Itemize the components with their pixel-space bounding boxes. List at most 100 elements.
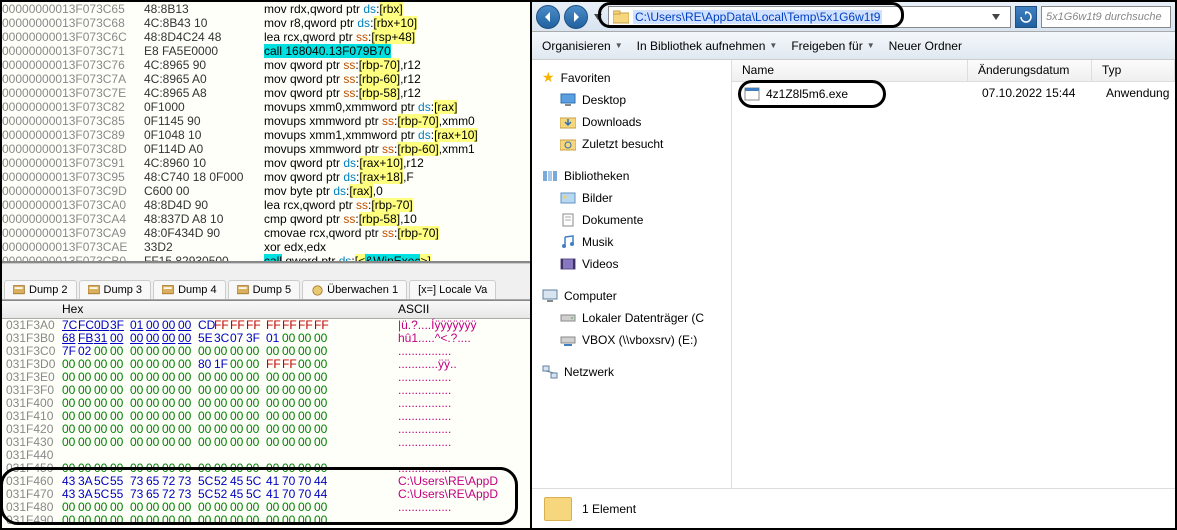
label: Bilder xyxy=(582,191,613,205)
label: Lokaler Datenträger (C xyxy=(582,311,704,325)
col-type[interactable]: Typ xyxy=(1092,60,1175,81)
tab-label: Dump 5 xyxy=(253,284,292,296)
back-button[interactable] xyxy=(536,5,560,29)
label: Freigeben für xyxy=(791,39,862,53)
locals-prefix: [x=] xyxy=(418,284,436,296)
folder-icon xyxy=(613,9,629,25)
file-date: 07.10.2022 15:44 xyxy=(972,86,1096,102)
dump-icon xyxy=(13,285,26,296)
navigation-bar: C:\Users\RE\AppData\Local\Temp\5x1G6w1t9… xyxy=(532,2,1175,32)
tree-local-disk[interactable]: Lokaler Datenträger (C xyxy=(532,307,731,329)
favorites-group[interactable]: ★ Favoriten xyxy=(532,66,731,89)
dump-icon xyxy=(162,285,175,296)
music-icon xyxy=(560,234,576,250)
search-placeholder: 5x1G6w1t9 durchsuche xyxy=(1046,11,1162,23)
disassembly-view[interactable]: 00000000013F073C6548:8B13mov rdx,qword p… xyxy=(2,2,530,263)
label: Neuer Ordner xyxy=(889,39,962,53)
label: Desktop xyxy=(582,93,626,107)
label: Dokumente xyxy=(582,213,643,227)
tab-label: Dump 4 xyxy=(178,284,217,296)
tab-locals[interactable]: [x=]Locale Va xyxy=(409,280,496,299)
hex-dump-view[interactable]: Hex ASCII 031F3A07CFC0D3F01000000CDFFFFF… xyxy=(2,300,530,528)
file-name: 4z1Z8l5m6.exe xyxy=(766,87,848,101)
new-folder-button[interactable]: Neuer Ordner xyxy=(889,39,962,53)
explorer-window: C:\Users\RE\AppData\Local\Temp\5x1G6w1t9… xyxy=(532,2,1175,528)
label: Videos xyxy=(582,257,618,271)
desktop-icon xyxy=(560,92,576,108)
label: Bibliotheken xyxy=(564,169,629,183)
command-bar: Organisieren▼ In Bibliothek aufnehmen▼ F… xyxy=(532,32,1175,60)
organize-menu[interactable]: Organisieren▼ xyxy=(542,39,623,53)
computer-icon xyxy=(542,288,558,304)
forward-button[interactable] xyxy=(564,5,588,29)
tab-dump3[interactable]: Dump 3 xyxy=(79,280,152,299)
label: In Bibliothek aufnehmen xyxy=(637,39,766,53)
status-text: 1 Element xyxy=(582,502,636,516)
debugger-pane: 00000000013F073C6548:8B13mov rdx,qword p… xyxy=(2,2,532,528)
share-menu[interactable]: Freigeben für▼ xyxy=(791,39,874,53)
dump-icon xyxy=(237,285,250,296)
label: VBOX (\\vboxsrv) (E:) xyxy=(582,333,697,347)
label: Downloads xyxy=(582,115,641,129)
ascii-col-header[interactable]: ASCII xyxy=(394,303,429,316)
downloads-icon xyxy=(560,114,576,130)
tree-vbox-drive[interactable]: VBOX (\\vboxsrv) (E:) xyxy=(532,329,731,351)
hex-header: Hex ASCII xyxy=(2,301,530,319)
tab-label: Überwachen 1 xyxy=(327,284,398,296)
label: Computer xyxy=(564,289,617,303)
tree-documents[interactable]: Dokumente xyxy=(532,209,731,231)
refresh-button[interactable] xyxy=(1015,6,1037,28)
pictures-icon xyxy=(560,190,576,206)
label: Netzwerk xyxy=(564,365,614,379)
libraries-group[interactable]: Bibliotheken xyxy=(532,165,731,187)
computer-group[interactable]: Computer xyxy=(532,285,731,307)
tab-label: Dump 2 xyxy=(29,284,68,296)
videos-icon xyxy=(560,256,576,272)
column-headers: Name Änderungsdatum Typ xyxy=(732,60,1175,82)
documents-icon xyxy=(560,212,576,228)
navigation-tree[interactable]: ★ Favoriten Desktop Downloads Zuletzt bes… xyxy=(532,60,732,488)
tree-music[interactable]: Musik xyxy=(532,231,731,253)
tree-desktop[interactable]: Desktop xyxy=(532,89,731,111)
file-list[interactable]: Name Änderungsdatum Typ 4z1Z8l5m6.exe 07… xyxy=(732,60,1175,488)
libraries-icon xyxy=(542,168,558,184)
label: Musik xyxy=(582,235,613,249)
network-drive-icon xyxy=(560,332,576,348)
status-bar: 1 Element xyxy=(532,488,1175,528)
tree-downloads[interactable]: Downloads xyxy=(532,111,731,133)
label: Favoriten xyxy=(561,71,611,85)
disk-icon xyxy=(560,310,576,326)
tab-dump2[interactable]: Dump 2 xyxy=(4,280,77,299)
tree-recent[interactable]: Zuletzt besucht xyxy=(532,133,731,155)
tab-label: Locale Va xyxy=(439,284,487,296)
address-bar[interactable]: C:\Users\RE\AppData\Local\Temp\5x1G6w1t9 xyxy=(608,6,1011,28)
label: Zuletzt besucht xyxy=(582,137,663,151)
tree-pictures[interactable]: Bilder xyxy=(532,187,731,209)
col-name[interactable]: Name xyxy=(732,60,968,81)
tree-videos[interactable]: Videos xyxy=(532,253,731,275)
address-dropdown[interactable] xyxy=(992,11,1006,23)
address-path: C:\Users\RE\AppData\Local\Temp\5x1G6w1t9 xyxy=(633,10,882,24)
tab-dump4[interactable]: Dump 4 xyxy=(153,280,226,299)
file-row[interactable]: 4z1Z8l5m6.exe 07.10.2022 15:44 Anwendung xyxy=(732,82,1175,106)
exe-icon xyxy=(744,86,760,102)
hex-col-header[interactable]: Hex xyxy=(58,303,394,316)
explorer-body: ★ Favoriten Desktop Downloads Zuletzt bes… xyxy=(532,60,1175,488)
dump-icon xyxy=(88,285,101,296)
tab-watch1[interactable]: Überwachen 1 xyxy=(302,280,407,299)
nav-history-dropdown[interactable] xyxy=(592,8,604,26)
label: Organisieren xyxy=(542,39,611,53)
file-type: Anwendung xyxy=(1096,86,1175,102)
search-input[interactable]: 5x1G6w1t9 durchsuche xyxy=(1041,6,1171,28)
include-library-menu[interactable]: In Bibliothek aufnehmen▼ xyxy=(637,39,778,53)
tab-label: Dump 3 xyxy=(104,284,143,296)
watch-icon xyxy=(311,285,324,296)
star-icon: ★ xyxy=(542,69,555,86)
network-group[interactable]: Netzwerk xyxy=(532,361,731,383)
folder-icon xyxy=(544,497,572,521)
col-date[interactable]: Änderungsdatum xyxy=(968,60,1092,81)
tab-dump5[interactable]: Dump 5 xyxy=(228,280,301,299)
network-icon xyxy=(542,364,558,380)
horizontal-scrollbar[interactable] xyxy=(2,263,530,277)
dump-tab-bar: Dump 2 Dump 3 Dump 4 Dump 5 Überwachen 1… xyxy=(2,277,530,300)
